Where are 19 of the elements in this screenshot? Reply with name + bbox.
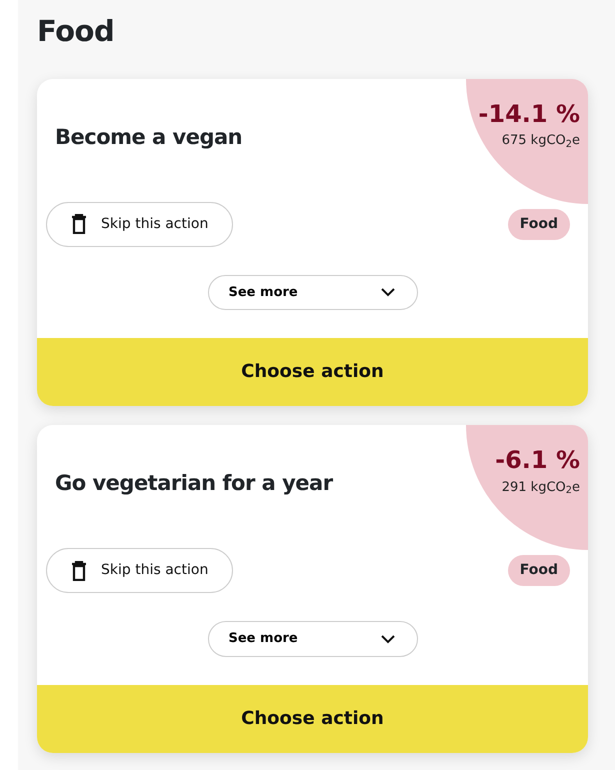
emissions-amount: 675 kgCO$_{2}$e (500, 132, 580, 151)
category-tag: Food (508, 208, 570, 240)
see-more-button[interactable]: See more (208, 621, 418, 657)
action-title: Become a vegan (55, 124, 242, 150)
emissions-amount: 291 kgCO$_{2}$e (500, 478, 580, 498)
action-title: Go vegetarian for a year (55, 471, 333, 496)
section-title: Food (37, 14, 116, 49)
trash-icon (71, 560, 87, 581)
reduction-percent: -14.1 % (478, 100, 580, 128)
chevron-down-icon (380, 288, 394, 298)
trash-icon (71, 214, 87, 234)
skip-button[interactable]: Skip this action (46, 202, 234, 247)
chevron-down-icon (380, 634, 394, 644)
see-more-button[interactable]: See more (208, 274, 418, 310)
choose-action-button[interactable]: Choose action (37, 684, 588, 753)
category-tag: Food (508, 555, 570, 586)
reduction-percent: -6.1 % (495, 447, 580, 474)
skip-button[interactable]: Skip this action (46, 548, 234, 594)
choose-action-button[interactable]: Choose action (37, 338, 588, 406)
